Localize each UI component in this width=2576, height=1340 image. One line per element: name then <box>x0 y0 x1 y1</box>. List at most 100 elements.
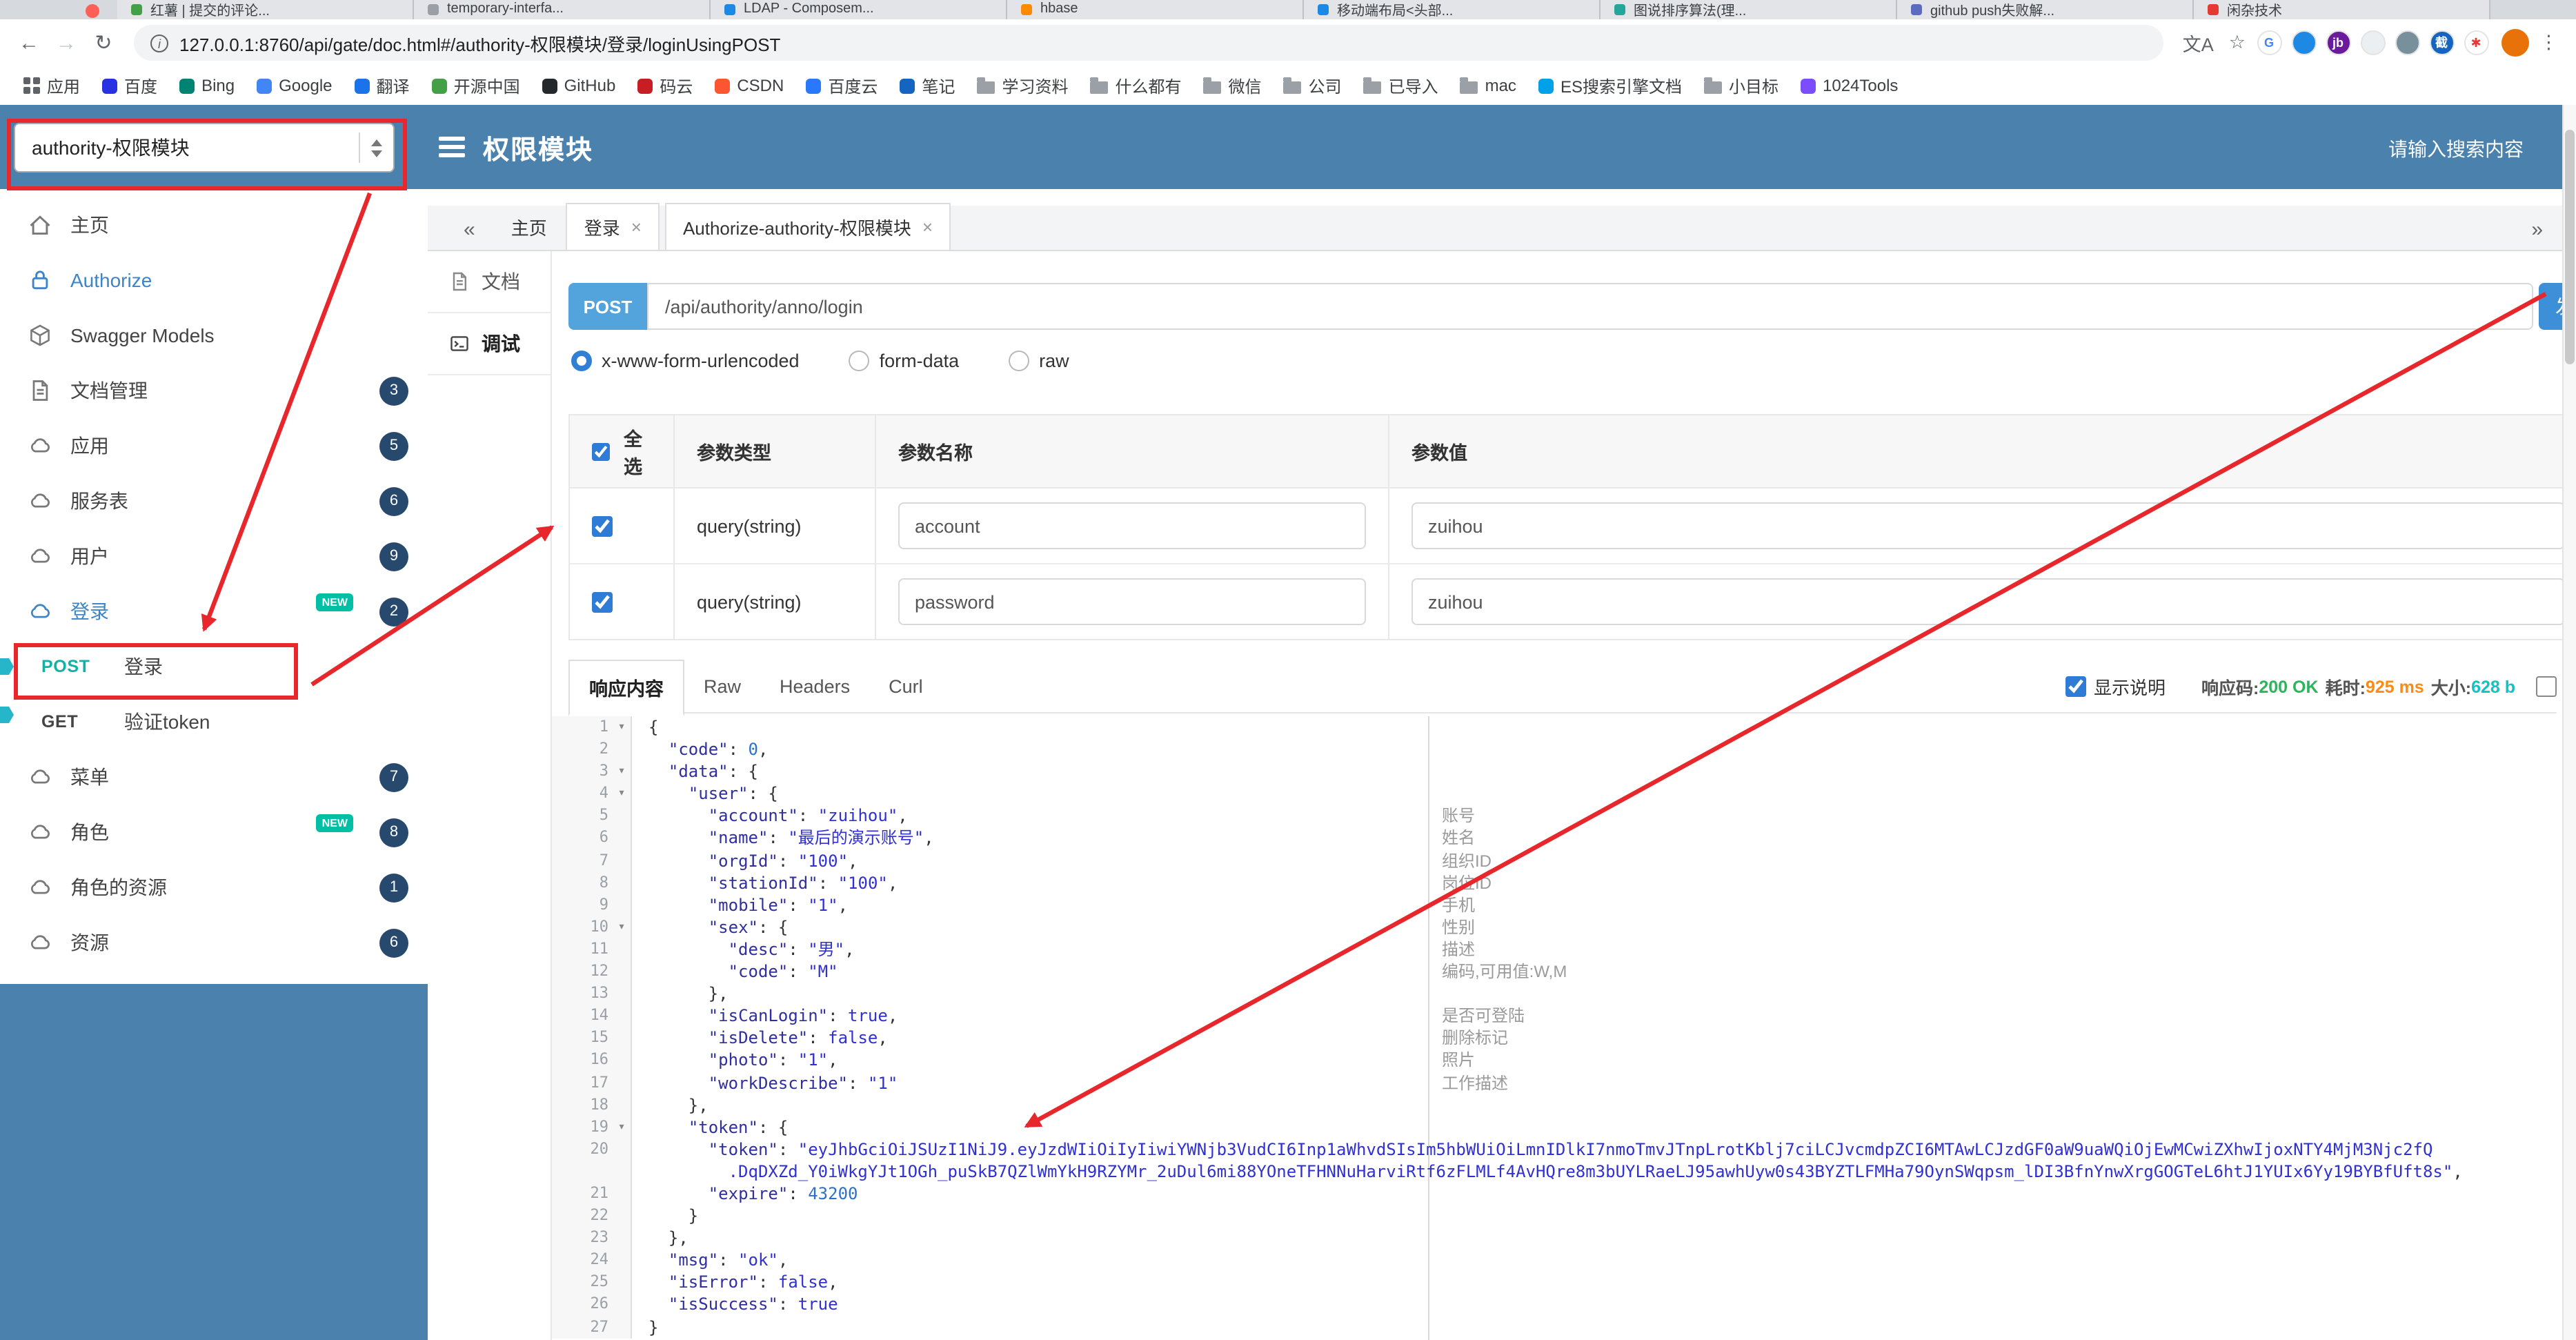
param-name-input[interactable]: password <box>898 578 1366 625</box>
bookmark-item[interactable]: 百度云 <box>796 70 887 101</box>
fold-icon[interactable]: ▾ <box>613 716 631 738</box>
tab-raw[interactable]: Raw <box>684 664 760 709</box>
sidebar-item-doc-management[interactable]: 文档管理 3 <box>0 363 428 418</box>
param-value-input[interactable]: zuihou <box>1411 502 2565 549</box>
debug-view-item[interactable]: 调试 <box>428 313 551 375</box>
bookmark-item[interactable]: Bing <box>170 72 244 99</box>
bookmark-item[interactable]: 1024Tools <box>1791 72 1908 99</box>
bookmark-item[interactable]: 应用 <box>14 70 90 101</box>
show-description-checkbox[interactable] <box>2065 676 2085 697</box>
chevrons-left-icon[interactable]: « <box>428 218 492 250</box>
bookmark-item[interactable]: 公司 <box>1274 70 1351 101</box>
sidebar-item-role-resource[interactable]: 角色的资源 1 <box>0 860 428 915</box>
response-meta: 响应码: 200 OK 耗时: 925 ms 大小: 628 b <box>2201 673 2522 700</box>
bookmark-item[interactable]: GitHub <box>533 72 626 99</box>
browser-tab[interactable]: github push失败解... <box>1897 0 2194 19</box>
extension-icon[interactable]: jb <box>2326 30 2350 55</box>
sidebar-item-login-post[interactable]: POST 登录 <box>0 639 428 694</box>
extension-icon[interactable]: 截 <box>2429 30 2454 55</box>
scrollbar-thumb[interactable] <box>2565 130 2575 364</box>
sidebar-item-menu[interactable]: 菜单 7 <box>0 749 428 805</box>
bookmark-item[interactable]: 开源中国 <box>422 70 530 101</box>
sidebar-item-swagger-models[interactable]: Swagger Models <box>0 308 428 363</box>
bookmark-item[interactable]: 微信 <box>1194 70 1271 101</box>
browser-tab[interactable]: 图说排序算法(理... <box>1601 0 1897 19</box>
sidebar-item-user[interactable]: 用户 9 <box>0 529 428 584</box>
bookmark-item[interactable]: 笔记 <box>890 70 964 101</box>
bookmark-item[interactable]: 百度 <box>92 70 167 101</box>
star-icon[interactable]: ☆ <box>2225 32 2250 54</box>
param-value-input[interactable]: zuihou <box>1411 578 2565 625</box>
bookmark-item[interactable]: Google <box>247 72 341 99</box>
fold-icon[interactable]: ▾ <box>613 760 631 782</box>
module-select[interactable]: authority-权限模块 <box>14 123 395 173</box>
bookmark-item[interactable]: 已导入 <box>1354 70 1448 101</box>
tab-headers[interactable]: Headers <box>760 664 869 709</box>
sidebar-item-role[interactable]: 角色 NEW 8 <box>0 805 428 860</box>
folder-icon <box>1363 77 1382 93</box>
extension-icon[interactable] <box>2291 30 2316 55</box>
param-name-input[interactable]: account <box>898 502 1366 549</box>
chevrons-right-icon[interactable]: » <box>2515 218 2562 250</box>
show-description-toggle[interactable]: 显示说明 <box>2065 673 2166 700</box>
extension-icon[interactable]: G <box>2257 30 2281 55</box>
search-input[interactable]: 请输入搜索内容 <box>2388 135 2524 163</box>
browser-tab[interactable]: temporary-interfa... <box>414 0 711 19</box>
sidebar-item-authorize[interactable]: Authorize <box>0 253 428 308</box>
bookmark-item[interactable]: CSDN <box>705 72 793 99</box>
close-icon[interactable]: × <box>631 217 642 237</box>
expand-icon[interactable] <box>2536 676 2557 697</box>
sidebar-item-resource[interactable]: 资源 6 <box>0 915 428 970</box>
overflow-menu-icon[interactable]: ⋮ <box>2535 32 2562 54</box>
doc-view-item[interactable]: 文档 <box>428 251 551 313</box>
close-icon[interactable]: × <box>922 217 933 237</box>
bookmark-item[interactable]: 翻译 <box>345 70 419 101</box>
tab-authorize-authority[interactable]: Authorize-authority-权限模块 × <box>664 203 951 250</box>
bookmark-item[interactable]: 码云 <box>628 70 702 101</box>
scrollbar[interactable] <box>2562 105 2576 1340</box>
profile-avatar[interactable] <box>2501 29 2528 57</box>
param-checkbox[interactable] <box>592 591 613 612</box>
translate-icon[interactable]: 文A <box>2179 29 2218 57</box>
browser-tab[interactable]: 红薯 | 提交的评论... <box>117 0 414 19</box>
bookmark-item[interactable]: ES搜索引擎文档 <box>1529 70 1692 101</box>
extension-icon[interactable]: ✱ <box>2464 30 2488 55</box>
radio-raw[interactable]: raw <box>1009 351 1069 371</box>
select-all-checkbox[interactable] <box>592 441 610 462</box>
sidebar-item-service-table[interactable]: 服务表 6 <box>0 473 428 529</box>
sidebar-item-app[interactable]: 应用 5 <box>0 418 428 473</box>
tab-curl[interactable]: Curl <box>869 664 942 709</box>
radio-x-www-form-urlencoded[interactable]: x-www-form-urlencoded <box>571 351 800 371</box>
extension-icon[interactable] <box>2360 30 2385 55</box>
bookmark-item[interactable]: mac <box>1451 72 1526 99</box>
menu-icon[interactable] <box>439 137 465 157</box>
browser-tab[interactable]: 闲杂技术 <box>2194 0 2490 19</box>
bookmarks-bar: 应用 百度 Bing Google 翻译 开源中国 GitHub 码云 CSDN… <box>0 66 2576 105</box>
browser-tab[interactable]: 移动端布局<头部... <box>1304 0 1601 19</box>
param-checkbox[interactable] <box>592 515 613 536</box>
fold-icon[interactable]: ▾ <box>613 916 631 938</box>
forward-icon[interactable]: → <box>51 31 81 55</box>
tab-response-content[interactable]: 响应内容 <box>568 660 684 716</box>
response-tabs: 响应内容 Raw Headers Curl 显示说明 响应码: 200 OK 耗… <box>568 660 2557 716</box>
reload-icon[interactable]: ↻ <box>88 30 119 55</box>
sidebar-item-verify-token-get[interactable]: GET 验证token <box>0 694 428 749</box>
info-icon[interactable]: i <box>150 34 168 52</box>
fold-icon[interactable]: ▾ <box>613 1116 631 1138</box>
bookmark-item[interactable]: 小目标 <box>1694 70 1788 101</box>
bookmark-item[interactable]: 学习资料 <box>967 70 1078 101</box>
endpoint-url-input[interactable]: /api/authority/anno/login <box>647 283 2533 330</box>
radio-form-data[interactable]: form-data <box>849 351 959 371</box>
tab-home[interactable]: 主页 <box>492 204 566 250</box>
extension-icon[interactable] <box>2395 30 2419 55</box>
address-bar[interactable]: i 127.0.0.1:8760/api/gate/doc.html#/auth… <box>134 25 2163 61</box>
bookmark-item[interactable]: 什么都有 <box>1080 70 1191 101</box>
tab-login[interactable]: 登录 × <box>566 203 660 250</box>
browser-tab[interactable]: LDAP - Composem... <box>711 0 1007 19</box>
window-close-button[interactable] <box>86 4 99 18</box>
fold-icon[interactable]: ▾ <box>613 783 631 805</box>
browser-tab[interactable]: hbase <box>1007 0 1304 19</box>
sidebar-item-login[interactable]: 登录 NEW 2 <box>0 584 428 639</box>
back-icon[interactable]: ← <box>14 31 44 55</box>
sidebar-item-home[interactable]: 主页 <box>0 197 428 253</box>
